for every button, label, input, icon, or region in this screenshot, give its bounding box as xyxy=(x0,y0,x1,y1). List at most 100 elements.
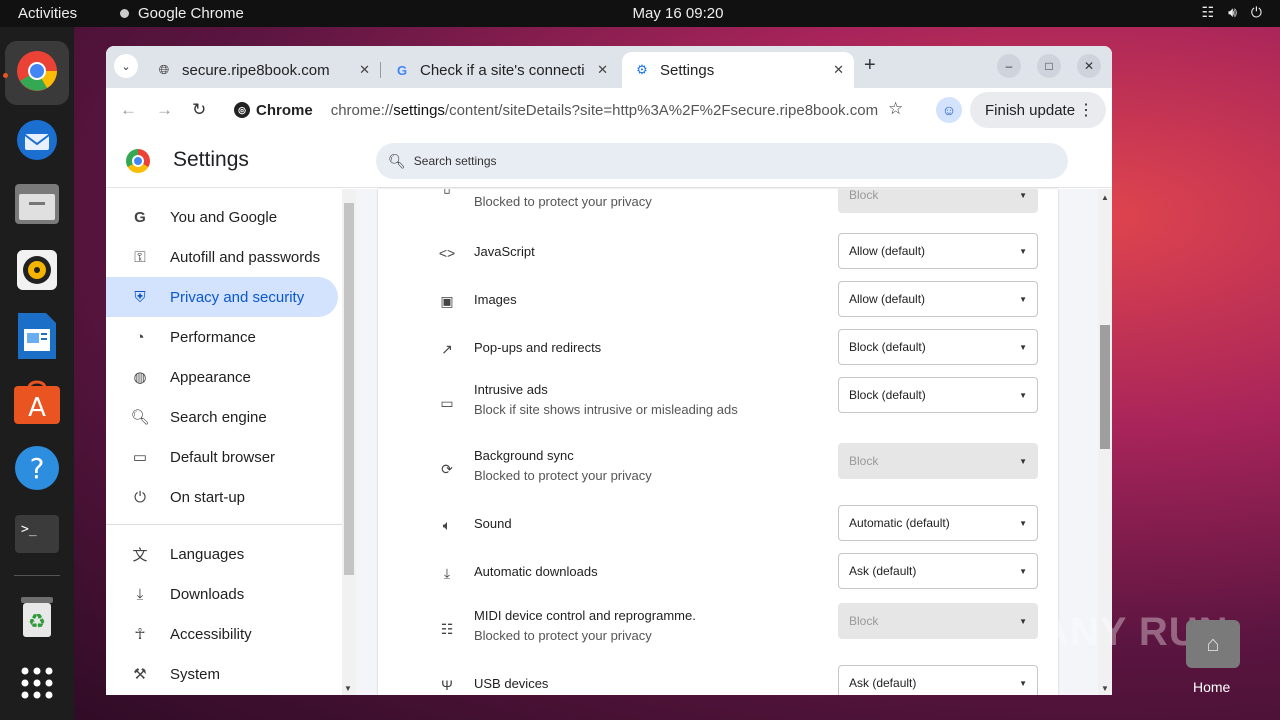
site-info-chip[interactable]: ◎ Chrome xyxy=(234,102,313,119)
home-folder-label[interactable]: Home xyxy=(1193,679,1230,695)
caret-down-icon: ▼ xyxy=(1019,295,1027,304)
scroll-down-arrow-icon[interactable]: ▼ xyxy=(1101,684,1109,693)
permission-dropdown[interactable]: Block (default) ▼ xyxy=(838,377,1038,413)
sidebar-item-system[interactable]: ⚒ System xyxy=(106,654,338,694)
sidebar-item-performance[interactable]: ◔ Performance xyxy=(106,317,338,357)
sidebar-item-label: System xyxy=(170,665,221,683)
new-tab-button[interactable]: + xyxy=(864,54,876,77)
permission-dropdown[interactable]: Block (default) ▼ xyxy=(838,329,1038,365)
sidebar-item-on-startup[interactable]: ⏻ On start-up xyxy=(106,477,338,517)
tab-search-button[interactable]: ⌄ xyxy=(114,54,138,78)
bookmark-star-icon[interactable]: ☆ xyxy=(888,99,903,119)
close-icon[interactable]: ✕ xyxy=(597,62,608,78)
code-icon: <> xyxy=(438,245,456,261)
address-bar[interactable]: ◎ Chrome chrome://settings/content/siteD… xyxy=(226,92,910,128)
profile-avatar[interactable]: ☺ xyxy=(936,97,962,123)
tab-ripe8book[interactable]: 🌐︎ secure.ripe8book.com ✕ xyxy=(144,52,381,88)
maximize-button[interactable]: □ xyxy=(1037,54,1061,78)
sidebar-item-label: Downloads xyxy=(170,585,245,603)
speaker-icon: 🔈︎ xyxy=(442,517,452,533)
sidebar-item-downloads[interactable]: ⤓ Downloads xyxy=(106,574,338,614)
permission-row-popups: ↗ Pop-ups and redirects Block (default) … xyxy=(378,327,1058,375)
caret-down-icon: ▼ xyxy=(1019,617,1027,626)
search-placeholder: Search settings xyxy=(413,154,497,168)
search-settings-input[interactable]: 🔍︎ Search settings xyxy=(376,143,1068,179)
terminal-icon[interactable]: >_ xyxy=(13,510,61,558)
clock[interactable]: May 16 09:20 xyxy=(0,5,1280,22)
permission-dropdown[interactable]: Automatic (default) ▼ xyxy=(838,505,1038,541)
close-window-button[interactable]: ✕ xyxy=(1077,54,1101,78)
svg-text:A: A xyxy=(28,393,46,423)
download-icon: ⤓ xyxy=(443,565,451,581)
globe-icon: 🌐︎ xyxy=(158,62,170,77)
permission-row-midi: ☷ MIDI device control and reprogramme. B… xyxy=(378,601,1058,663)
caret-down-icon: ▼ xyxy=(1019,679,1027,688)
caret-down-icon: ▼ xyxy=(1019,191,1027,200)
files-icon[interactable] xyxy=(13,180,61,228)
sidebar-item-languages[interactable]: 文 Languages xyxy=(106,534,338,574)
permission-title: Sound xyxy=(474,516,512,531)
permission-dropdown[interactable]: Allow (default) ▼ xyxy=(838,281,1038,317)
help-icon[interactable]: ? xyxy=(13,444,61,492)
system-tray[interactable]: ☷ 🔊︎ ⏻ xyxy=(1202,4,1262,21)
tab-settings[interactable]: ⚙ Settings ✕ xyxy=(622,52,854,88)
close-icon[interactable]: ✕ xyxy=(833,62,844,78)
chrome-icon[interactable] xyxy=(13,47,61,95)
permission-title: Automatic downloads xyxy=(474,564,598,579)
tab-label: Settings xyxy=(660,61,715,79)
house-icon: ⌂ xyxy=(1206,631,1220,656)
rhythmbox-icon[interactable] xyxy=(13,246,61,294)
power-icon: ⏻ xyxy=(134,488,146,506)
url-text: chrome://settings/content/siteDetails?si… xyxy=(331,102,878,119)
sidebar-item-default-browser[interactable]: ▭ Default browser xyxy=(106,437,338,477)
sidebar-scrollbar[interactable]: ▼ xyxy=(342,189,356,695)
minimize-icon: – xyxy=(1005,59,1013,73)
sidebar-item-search-engine[interactable]: 🔍︎ Search engine xyxy=(106,397,338,437)
scroll-down-arrow-icon[interactable]: ▼ xyxy=(344,684,352,693)
gear-icon: ⚙ xyxy=(636,62,648,77)
sidebar-item-accessibility[interactable]: ☥ Accessibility xyxy=(106,614,338,654)
piano-icon: ☷ xyxy=(440,621,454,637)
close-icon: ✕ xyxy=(1083,59,1095,73)
reload-button[interactable]: ↻ xyxy=(192,100,206,120)
notification-icon: ▯ xyxy=(436,189,458,196)
power-icon: ⏻ xyxy=(1250,4,1262,20)
permission-dropdown[interactable]: Allow (default) ▼ xyxy=(838,233,1038,269)
top-bar: Activities Google Chrome May 16 09:20 ☷ … xyxy=(0,0,1280,27)
chevron-down-icon: ⌄ xyxy=(121,60,131,73)
dropdown-value: Block (default) xyxy=(849,388,926,402)
svg-text:?: ? xyxy=(30,452,45,485)
sidebar-item-appearance[interactable]: ◍ Appearance xyxy=(106,357,338,397)
back-button[interactable]: ← xyxy=(120,100,137,120)
writer-icon[interactable] xyxy=(13,312,61,360)
home-folder-icon[interactable]: ⌂ xyxy=(1186,620,1240,668)
sidebar-item-label: On start-up xyxy=(170,488,246,506)
finish-update-button[interactable]: Finish update ⋮ xyxy=(970,92,1106,128)
caret-down-icon: ▼ xyxy=(1019,247,1027,256)
forward-button[interactable]: → xyxy=(156,100,173,120)
trash-icon[interactable]: ♻ xyxy=(13,593,61,641)
close-icon[interactable]: ✕ xyxy=(359,62,370,78)
translate-icon: 文 xyxy=(132,546,148,564)
permission-subtitle: Blocked to protect your privacy xyxy=(474,194,652,209)
sidebar-item-label: Privacy and security xyxy=(170,288,305,306)
show-apps-icon[interactable] xyxy=(13,659,61,707)
sidebar-item-autofill[interactable]: ⚿ Autofill and passwords xyxy=(106,237,338,277)
sidebar-item-you-and-google[interactable]: G You and Google xyxy=(106,197,338,237)
permission-dropdown[interactable]: Ask (default) ▼ xyxy=(838,665,1038,695)
sidebar-scrollbar-thumb[interactable] xyxy=(344,203,354,575)
permission-dropdown[interactable]: Ask (default) ▼ xyxy=(838,553,1038,589)
sidebar-item-privacy[interactable]: ⛨ Privacy and security xyxy=(106,277,338,317)
thunderbird-icon[interactable] xyxy=(13,114,61,162)
key-icon: ⚿ xyxy=(134,248,146,266)
tab-label: Check if a site's connecti xyxy=(420,61,585,79)
tab-check-site[interactable]: G Check if a site's connecti ✕ xyxy=(382,52,618,88)
minimize-button[interactable]: – xyxy=(997,54,1021,78)
more-menu-icon[interactable]: ⋮ xyxy=(1078,100,1094,120)
scroll-up-arrow-icon[interactable]: ▲ xyxy=(1101,193,1109,202)
app-center-icon[interactable]: A xyxy=(13,378,61,426)
chrome-window: ⌄ 🌐︎ secure.ripe8book.com ✕ G Check if a… xyxy=(106,46,1112,695)
volume-icon: 🔊︎ xyxy=(1228,4,1237,20)
content-scrollbar-thumb[interactable] xyxy=(1100,325,1110,449)
person-icon: ☺ xyxy=(941,102,957,118)
